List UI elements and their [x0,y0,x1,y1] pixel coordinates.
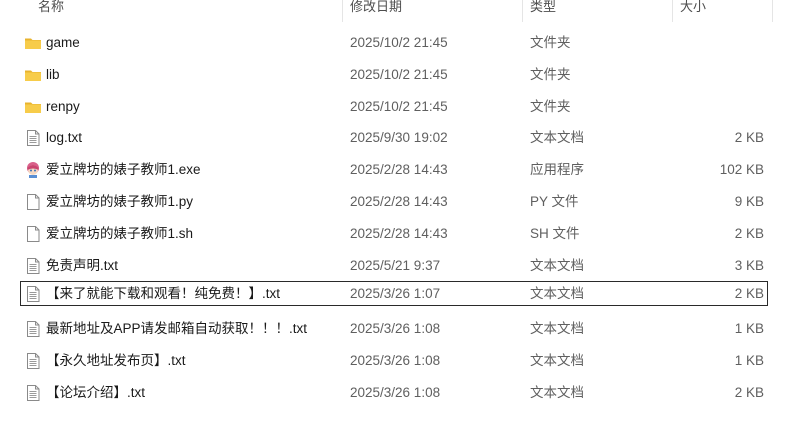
file-date: 2025/2/28 14:43 [350,225,448,241]
file-row[interactable]: 【来了就能下载和观看！纯免费！】.txt 2025/3/26 1:07 文本文档 2 … [0,281,800,313]
file-name: 免责声明.txt [46,257,119,273]
file-name: 爱立牌坊的婊子教师1.sh [46,225,194,241]
file-size: 2 KB [734,384,764,400]
file-type: PY 文件 [530,193,579,209]
file-size: 3 KB [734,257,764,273]
column-divider[interactable] [772,0,773,22]
file-type: 文本文档 [530,257,584,273]
file-date: 2025/2/28 14:43 [350,193,448,209]
file-row[interactable]: lib 2025/10/2 21:45 文件夹 [0,59,800,91]
file-row[interactable]: 【永久地址发布页】.txt 2025/3/26 1:08 文本文档 1 KB [0,345,800,377]
column-header-size[interactable]: 大小 [680,0,706,22]
file-type: 应用程序 [530,162,584,178]
file-row[interactable]: log.txt 2025/9/30 19:02 文本文档 2 KB [0,122,800,154]
file-date: 2025/10/2 21:45 [350,35,448,50]
column-divider[interactable] [522,0,523,22]
file-date: 2025/3/26 1:08 [350,352,441,368]
file-size: 2 KB [734,225,764,241]
file-type: 文本文档 [530,384,584,400]
file-name: 最新地址及APP请发邮箱自动获取！！！.txt [46,321,308,337]
file-date: 2025/9/30 19:02 [350,130,448,146]
text-document-icon [24,257,42,275]
app-character-icon [24,161,42,179]
file-row[interactable]: 爱立牌坊的婊子教师1.exe 2025/2/28 14:43 应用程序 102 KB [0,154,800,186]
file-row[interactable]: 爱立牌坊的婊子教师1.sh 2025/2/28 14:43 SH 文件 2 KB [0,218,800,250]
file-date: 2025/3/26 1:07 [350,286,441,302]
file-date: 2025/10/2 21:45 [350,98,448,114]
file-name: 爱立牌坊的婊子教师1.exe [46,162,201,178]
file-size: 102 KB [719,162,764,178]
file-type: 文件夹 [530,98,571,114]
file-date: 2025/3/26 1:08 [350,384,441,400]
file-date: 2025/2/28 14:43 [350,162,448,178]
text-document-icon [24,352,42,370]
text-document-icon [24,285,42,303]
column-header-date[interactable]: 修改日期 [350,0,402,22]
column-header-name[interactable]: 名称 [38,0,64,22]
text-document-icon [24,384,42,402]
file-type: 文件夹 [530,66,571,82]
file-type: 文本文档 [530,286,584,302]
file-name: game [46,35,80,50]
file-type: 文件夹 [530,35,571,50]
file-row[interactable]: game 2025/10/2 21:45 文件夹 [0,27,800,59]
folder-icon [24,98,42,116]
folder-icon [24,66,42,84]
column-header-bar: 名称 修改日期 类型 大小 [0,0,800,22]
file-row[interactable]: 爱立牌坊的婊子教师1.py 2025/2/28 14:43 PY 文件 9 KB [0,186,800,218]
file-list: game 2025/10/2 21:45 文件夹 lib 2025/10/2 21:45… [0,27,800,409]
blank-file-icon [24,193,42,211]
file-name: log.txt [46,130,83,146]
file-type: 文本文档 [530,321,584,337]
file-date: 2025/10/2 21:45 [350,66,448,82]
file-size: 9 KB [734,193,764,209]
file-type: 文本文档 [530,352,584,368]
file-date: 2025/5/21 9:37 [350,257,441,273]
file-name: 爱立牌坊的婊子教师1.py [46,193,194,209]
file-row[interactable]: 免责声明.txt 2025/5/21 9:37 文本文档 3 KB [0,250,800,282]
column-divider[interactable] [672,0,673,22]
file-size: 2 KB [734,130,764,146]
file-size: 1 KB [734,321,764,337]
file-name: 【永久地址发布页】.txt [46,352,186,368]
column-header-type[interactable]: 类型 [530,0,556,22]
file-name: 【来了就能下载和观看！纯免费！】.txt [46,286,281,302]
blank-file-icon [24,225,42,243]
file-row[interactable]: 最新地址及APP请发邮箱自动获取！！！.txt 2025/3/26 1:08 文本文… [0,313,800,345]
file-name: 【论坛介绍】.txt [46,384,146,400]
file-date: 2025/3/26 1:08 [350,321,441,337]
file-type: SH 文件 [530,225,580,241]
text-document-icon [24,320,42,338]
folder-icon [24,34,42,52]
file-row[interactable]: renpy 2025/10/2 21:45 文件夹 [0,91,800,123]
file-row[interactable]: 【论坛介绍】.txt 2025/3/26 1:08 文本文档 2 KB [0,377,800,409]
file-name: lib [46,66,60,82]
file-name: renpy [46,98,80,114]
text-document-icon [24,129,42,147]
file-type: 文本文档 [530,130,584,146]
column-divider[interactable] [342,0,343,22]
file-size: 2 KB [734,286,764,302]
file-size: 1 KB [734,352,764,368]
